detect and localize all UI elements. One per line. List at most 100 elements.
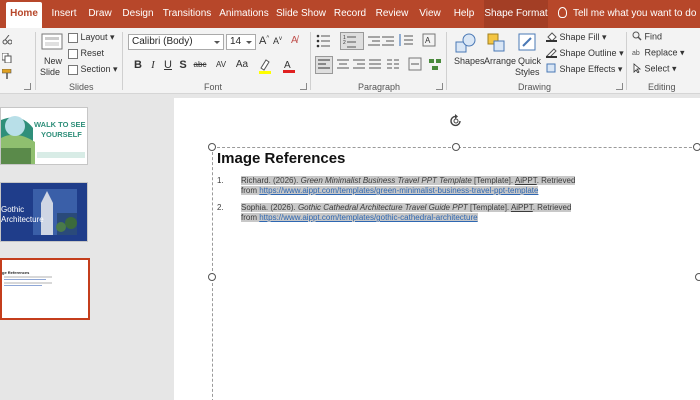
align-center-icon[interactable] bbox=[336, 57, 350, 71]
reference-line-2: from https://www.aippt.com/templates/got… bbox=[241, 212, 478, 223]
new-slide-label-2: Slide bbox=[40, 67, 61, 77]
tab-shape-format[interactable]: Shape Format bbox=[484, 0, 548, 28]
change-case-button[interactable]: Aa bbox=[232, 57, 252, 73]
drawing-dialog-launcher[interactable] bbox=[616, 83, 623, 90]
slide-thumbnail-3[interactable]: ge References bbox=[0, 258, 90, 320]
ribbon-tab-bar: Home Insert Draw Design Transitions Anim… bbox=[0, 0, 700, 28]
layout-icon bbox=[68, 32, 78, 43]
reference-author: Richard. (2026). bbox=[241, 176, 301, 185]
slide-2-title-line-2: Architecture bbox=[1, 215, 44, 224]
font-family-select[interactable]: Calibri (Body) bbox=[128, 34, 224, 50]
new-slide-button[interactable]: New Slide bbox=[40, 32, 66, 80]
slide-title[interactable]: Image References bbox=[217, 150, 345, 167]
search-icon bbox=[632, 31, 642, 43]
select-label: Select bbox=[644, 63, 670, 74]
clear-formatting-icon[interactable]: A̸ bbox=[291, 35, 298, 46]
reset-icon bbox=[68, 48, 78, 59]
resize-handle-top-center[interactable] bbox=[452, 143, 460, 151]
paint-bucket-icon bbox=[546, 31, 557, 44]
rotate-handle-icon[interactable] bbox=[449, 114, 463, 128]
editing-group-label: Editing bbox=[648, 82, 676, 92]
slide-1-title-line-2: YOURSELF bbox=[41, 130, 82, 139]
find-button[interactable]: Find bbox=[632, 31, 662, 43]
paragraph-group-label: Paragraph bbox=[358, 82, 401, 92]
strikethrough-button[interactable]: abc bbox=[191, 57, 209, 73]
tab-view[interactable]: View bbox=[416, 0, 444, 28]
underline-button[interactable]: U bbox=[161, 57, 175, 73]
tab-draw[interactable]: Draw bbox=[86, 0, 114, 28]
reset-button[interactable]: Reset bbox=[68, 48, 104, 59]
shadow-button[interactable]: S bbox=[176, 57, 190, 73]
slide-thumbnail-1[interactable]: WALK TO SEE YOURSELF bbox=[0, 107, 88, 165]
replace-button[interactable]: ab Replace ▾ bbox=[632, 47, 685, 59]
smartart-icon[interactable] bbox=[428, 57, 442, 71]
text-direction-icon[interactable]: A bbox=[422, 33, 436, 47]
svg-text:A: A bbox=[425, 36, 431, 45]
tab-help[interactable]: Help bbox=[450, 0, 478, 28]
reference-item-1[interactable]: 1. Richard. (2026). Green Minimalist Bus… bbox=[217, 175, 637, 199]
character-spacing-button[interactable]: AV bbox=[212, 57, 230, 73]
increase-font-icon[interactable]: A^ bbox=[259, 35, 269, 47]
paragraph-dialog-launcher[interactable] bbox=[436, 83, 443, 90]
align-text-icon[interactable] bbox=[408, 57, 422, 71]
svg-text:ab: ab bbox=[632, 50, 640, 57]
tab-record[interactable]: Record bbox=[332, 0, 368, 28]
bold-button[interactable]: B bbox=[131, 57, 145, 73]
columns-icon[interactable] bbox=[386, 57, 400, 71]
quick-styles-button[interactable]: Quick Styles bbox=[514, 32, 544, 82]
drawing-group-label: Drawing bbox=[518, 82, 552, 92]
align-left-icon[interactable] bbox=[315, 56, 333, 74]
reference-link[interactable]: https://www.aippt.com/templates/green-mi… bbox=[259, 186, 538, 195]
font-size-select[interactable]: 14 bbox=[226, 34, 256, 50]
slide-3-text-lines bbox=[4, 276, 52, 286]
clipboard-dialog-launcher[interactable] bbox=[24, 83, 31, 90]
font-color-icon[interactable]: A bbox=[282, 58, 296, 74]
cut-icon[interactable] bbox=[2, 32, 13, 45]
arrange-icon bbox=[487, 33, 505, 52]
tab-review[interactable]: Review bbox=[374, 0, 410, 28]
svg-text:A: A bbox=[284, 60, 291, 71]
slide-thumbnail-2[interactable]: Gothic Architecture bbox=[0, 182, 88, 242]
tell-me-search[interactable]: Tell me what you want to do bbox=[558, 0, 696, 28]
layout-label: Layout bbox=[80, 32, 108, 42]
select-button[interactable]: Select ▾ bbox=[632, 63, 677, 75]
decrease-font-icon[interactable]: Av bbox=[273, 36, 282, 46]
arrange-button[interactable]: Arrange bbox=[484, 32, 516, 82]
copy-icon[interactable] bbox=[1, 50, 12, 64]
numbering-icon[interactable]: 12 bbox=[340, 32, 364, 50]
highlight-color-icon[interactable] bbox=[258, 58, 272, 74]
bullets-icon[interactable] bbox=[316, 34, 336, 48]
new-slide-icon bbox=[41, 33, 63, 50]
justify-icon[interactable] bbox=[368, 57, 382, 71]
shape-outline-button[interactable]: Shape Outline ▾ bbox=[546, 47, 624, 60]
section-button[interactable]: Section ▾ bbox=[68, 64, 118, 75]
align-right-icon[interactable] bbox=[352, 57, 366, 71]
resize-handle-middle-left[interactable] bbox=[208, 273, 216, 281]
reference-retrieved: . Retrieved bbox=[532, 203, 572, 212]
shapes-button[interactable]: Shapes bbox=[452, 32, 485, 82]
resize-handle-top-left[interactable] bbox=[208, 143, 216, 151]
format-painter-icon[interactable] bbox=[1, 66, 12, 79]
tab-home[interactable]: Home bbox=[6, 2, 42, 28]
layout-button[interactable]: Layout ▾ bbox=[68, 32, 115, 43]
reference-item-2[interactable]: 2. Sophia. (2026). Gothic Cathedral Arch… bbox=[217, 202, 637, 226]
shape-fill-button[interactable]: Shape Fill ▾ bbox=[546, 31, 607, 44]
tab-slide-show[interactable]: Slide Show bbox=[276, 0, 326, 28]
reference-number: 2. bbox=[217, 203, 224, 212]
decrease-indent-icon[interactable] bbox=[368, 34, 380, 46]
shape-effects-button[interactable]: Shape Effects ▾ bbox=[546, 63, 622, 76]
resize-handle-top-right[interactable] bbox=[693, 143, 700, 151]
resize-handle-middle-right[interactable] bbox=[695, 273, 700, 281]
separator bbox=[446, 32, 447, 90]
increase-indent-icon[interactable] bbox=[382, 34, 394, 46]
font-dialog-launcher[interactable] bbox=[300, 83, 307, 90]
tab-animations[interactable]: Animations bbox=[218, 0, 270, 28]
tab-insert[interactable]: Insert bbox=[48, 0, 80, 28]
tab-design[interactable]: Design bbox=[120, 0, 156, 28]
reference-publisher: AiPPT bbox=[514, 176, 537, 185]
shape-effects-label: Shape Effects bbox=[559, 63, 616, 74]
line-spacing-icon[interactable] bbox=[398, 33, 414, 47]
tab-transitions[interactable]: Transitions bbox=[162, 0, 212, 28]
italic-button[interactable]: I bbox=[146, 57, 160, 73]
reference-link[interactable]: https://www.aippt.com/templates/gothic-c… bbox=[259, 213, 477, 222]
